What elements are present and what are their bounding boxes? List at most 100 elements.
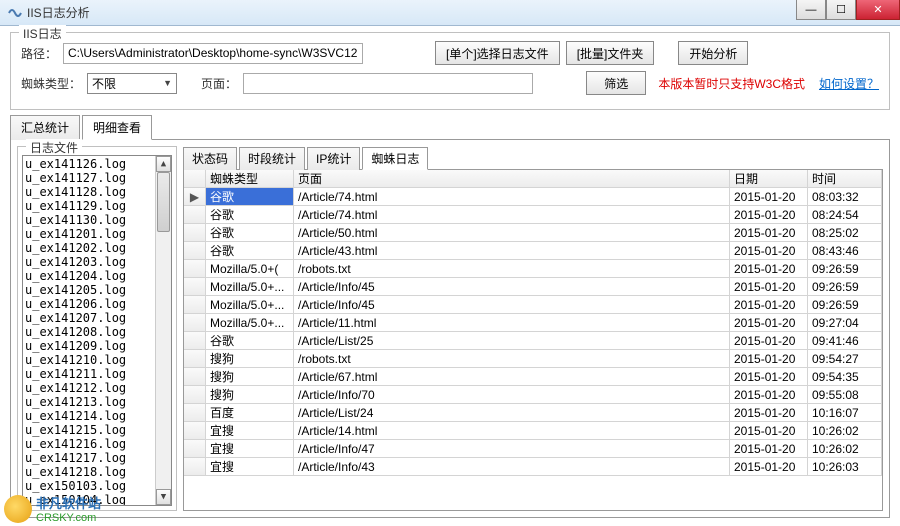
log-file-list[interactable]: u_ex141126.logu_ex141127.logu_ex141128.l… [22, 155, 172, 506]
list-item[interactable]: u_ex141214.log [25, 409, 169, 423]
cell-type: 谷歌 [206, 224, 294, 241]
window-controls: — ☐ ✕ [796, 0, 900, 20]
cell-time: 10:26:02 [808, 440, 882, 457]
tab-time-stats[interactable]: 时段统计 [239, 147, 305, 170]
cell-page: /Article/50.html [294, 224, 730, 241]
window-title: IIS日志分析 [27, 4, 90, 21]
table-row[interactable]: 谷歌/Article/43.html2015-01-2008:43:46 [184, 242, 882, 260]
scroll-up-icon[interactable]: ▲ [156, 156, 171, 172]
cell-time: 10:16:07 [808, 404, 882, 421]
cell-page: /Article/74.html [294, 188, 730, 205]
start-analysis-button[interactable]: 开始分析 [678, 41, 748, 65]
cell-page: /Article/14.html [294, 422, 730, 439]
cell-type: 搜狗 [206, 386, 294, 403]
watermark-url: CRSKY.com [36, 512, 101, 524]
table-row[interactable]: 谷歌/Article/74.html2015-01-2008:24:54 [184, 206, 882, 224]
row-marker [184, 404, 206, 421]
table-row[interactable]: 宜搜/Article/Info/432015-01-2010:26:03 [184, 458, 882, 476]
vertical-scrollbar[interactable]: ▲ ▼ [155, 156, 171, 505]
list-item[interactable]: u_ex141209.log [25, 339, 169, 353]
row-marker [184, 440, 206, 457]
table-row[interactable]: 谷歌/Article/50.html2015-01-2008:25:02 [184, 224, 882, 242]
path-input[interactable] [63, 43, 363, 64]
spider-type-dropdown[interactable]: 不限 ▼ [87, 73, 177, 94]
minimize-button[interactable]: — [796, 0, 826, 20]
table-row[interactable]: Mozilla/5.0+.../Article/11.html2015-01-2… [184, 314, 882, 332]
list-item[interactable]: u_ex141211.log [25, 367, 169, 381]
table-row[interactable]: 宜搜/Article/Info/472015-01-2010:26:02 [184, 440, 882, 458]
scroll-thumb[interactable] [157, 172, 170, 232]
list-item[interactable]: u_ex141210.log [25, 353, 169, 367]
cell-date: 2015-01-20 [730, 206, 808, 223]
tab-spider-log[interactable]: 蜘蛛日志 [362, 147, 428, 170]
page-input[interactable] [243, 73, 533, 94]
col-header-type[interactable]: 蜘蛛类型 [206, 170, 294, 187]
cell-date: 2015-01-20 [730, 440, 808, 457]
how-to-link[interactable]: 如何设置？ [819, 75, 879, 92]
scroll-down-icon[interactable]: ▼ [156, 489, 171, 505]
list-item[interactable]: u_ex141213.log [25, 395, 169, 409]
list-item[interactable]: u_ex141208.log [25, 325, 169, 339]
table-row[interactable]: 搜狗/Article/Info/702015-01-2009:55:08 [184, 386, 882, 404]
app-icon [8, 6, 22, 20]
tab-detail[interactable]: 明细查看 [82, 115, 152, 140]
table-row[interactable]: Mozilla/5.0+(/robots.txt2015-01-2009:26:… [184, 260, 882, 278]
row-marker [184, 206, 206, 223]
watermark-title: 非凡软件站 [36, 496, 101, 511]
table-row[interactable]: 谷歌/Article/List/252015-01-2009:41:46 [184, 332, 882, 350]
table-row[interactable]: 搜狗/Article/67.html2015-01-2009:54:35 [184, 368, 882, 386]
select-folder-button[interactable]: [批量]文件夹 [566, 41, 655, 65]
table-row[interactable]: 宜搜/Article/14.html2015-01-2010:26:02 [184, 422, 882, 440]
row-marker [184, 296, 206, 313]
list-item[interactable]: u_ex141204.log [25, 269, 169, 283]
list-item[interactable]: u_ex141216.log [25, 437, 169, 451]
row-selector-header[interactable] [184, 170, 206, 187]
col-header-page[interactable]: 页面 [294, 170, 730, 187]
tab-summary[interactable]: 汇总统计 [10, 115, 80, 140]
list-item[interactable]: u_ex141215.log [25, 423, 169, 437]
select-file-button[interactable]: [单个]选择日志文件 [435, 41, 560, 65]
cell-date: 2015-01-20 [730, 368, 808, 385]
filter-button[interactable]: 筛选 [586, 71, 646, 95]
list-item[interactable]: u_ex141126.log [25, 157, 169, 171]
cell-time: 09:27:04 [808, 314, 882, 331]
tab-ip-stats[interactable]: IP统计 [307, 147, 360, 170]
col-header-time[interactable]: 时间 [808, 170, 882, 187]
table-row[interactable]: 搜狗/robots.txt2015-01-2009:54:27 [184, 350, 882, 368]
list-item[interactable]: u_ex141212.log [25, 381, 169, 395]
cell-time: 08:24:54 [808, 206, 882, 223]
list-item[interactable]: u_ex141217.log [25, 451, 169, 465]
table-row[interactable]: 百度/Article/List/242015-01-2010:16:07 [184, 404, 882, 422]
cell-type: 搜狗 [206, 368, 294, 385]
list-item[interactable]: u_ex150103.log [25, 479, 169, 493]
list-item[interactable]: u_ex141205.log [25, 283, 169, 297]
list-item[interactable]: u_ex141202.log [25, 241, 169, 255]
list-item[interactable]: u_ex141206.log [25, 297, 169, 311]
table-row[interactable]: Mozilla/5.0+.../Article/Info/452015-01-2… [184, 278, 882, 296]
cell-time: 09:26:59 [808, 296, 882, 313]
cell-type: 谷歌 [206, 206, 294, 223]
close-button[interactable]: ✕ [856, 0, 900, 20]
cell-date: 2015-01-20 [730, 296, 808, 313]
list-item[interactable]: u_ex141127.log [25, 171, 169, 185]
cell-time: 08:43:46 [808, 242, 882, 259]
table-row[interactable]: ▶谷歌/Article/74.html2015-01-2008:03:32 [184, 188, 882, 206]
list-item[interactable]: u_ex141130.log [25, 213, 169, 227]
list-item[interactable]: u_ex141203.log [25, 255, 169, 269]
list-item[interactable]: u_ex141207.log [25, 311, 169, 325]
cell-time: 10:26:02 [808, 422, 882, 439]
list-item[interactable]: u_ex141129.log [25, 199, 169, 213]
spider-type-label: 蜘蛛类型： [21, 75, 81, 92]
cell-type: 百度 [206, 404, 294, 421]
list-item[interactable]: u_ex141218.log [25, 465, 169, 479]
table-row[interactable]: Mozilla/5.0+.../Article/Info/452015-01-2… [184, 296, 882, 314]
cell-time: 09:54:35 [808, 368, 882, 385]
maximize-button[interactable]: ☐ [826, 0, 856, 20]
list-item[interactable]: u_ex141201.log [25, 227, 169, 241]
col-header-date[interactable]: 日期 [730, 170, 808, 187]
cell-date: 2015-01-20 [730, 188, 808, 205]
cell-time: 09:26:59 [808, 278, 882, 295]
tab-status-code[interactable]: 状态码 [183, 147, 237, 170]
list-item[interactable]: u_ex141128.log [25, 185, 169, 199]
format-warning: 本版本暂时只支持W3C格式 [658, 75, 805, 92]
